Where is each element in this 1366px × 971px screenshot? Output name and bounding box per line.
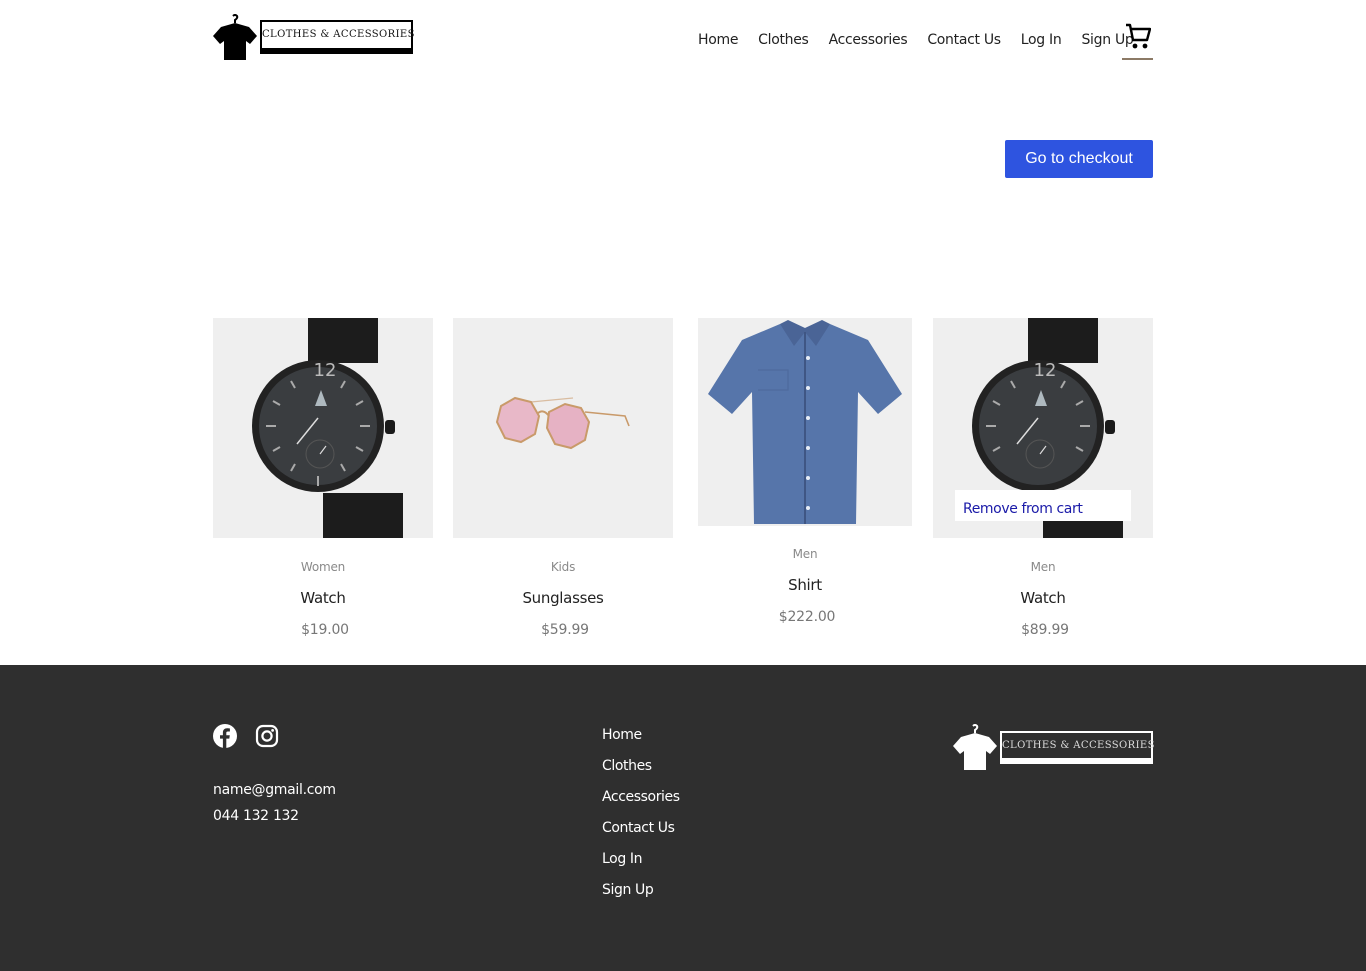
nav-contact-us[interactable]: Contact Us: [927, 29, 1001, 51]
sunglasses-image: [495, 396, 630, 450]
footer-logo[interactable]: CLOTHES & ACCESSORIES: [953, 724, 1154, 772]
nav-clothes[interactable]: Clothes: [758, 29, 809, 51]
product-price: $59.99: [541, 622, 589, 638]
product-name[interactable]: Watch: [213, 589, 433, 607]
product-price: $89.99: [1021, 622, 1069, 638]
main-nav: Home Clothes Accessories Contact Us Log …: [698, 29, 1153, 51]
product-image-sunglasses[interactable]: [453, 318, 673, 538]
social-links: [213, 724, 279, 748]
cart-button[interactable]: [1122, 22, 1153, 60]
nav-accessories[interactable]: Accessories: [829, 29, 908, 51]
product-card[interactable]: Men Shirt $222.00: [698, 318, 912, 625]
shirt-image: [708, 320, 902, 524]
product-category: Men: [1030, 560, 1056, 574]
facebook-icon[interactable]: [213, 724, 237, 748]
footer-link-log-in[interactable]: Log In: [602, 844, 680, 875]
remove-from-cart-button[interactable]: Remove from cart: [955, 490, 1131, 521]
footer-nav: Home Clothes Accessories Contact Us Log …: [602, 720, 680, 906]
product-category: Kids: [550, 560, 576, 574]
product-card[interactable]: 12 Remove from cart Men Watch $89.99: [933, 318, 1153, 638]
footer-link-contact-us[interactable]: Contact Us: [602, 813, 680, 844]
product-image-watch[interactable]: 12: [213, 318, 433, 538]
contact-phone: 044 132 132: [213, 808, 299, 824]
logo-wordmark: CLOTHES & ACCESSORIES: [1000, 731, 1154, 764]
product-card[interactable]: Kids Sunglasses $59.99: [453, 318, 673, 638]
product-name[interactable]: Watch: [933, 589, 1153, 607]
nav-log-in[interactable]: Log In: [1021, 29, 1062, 51]
contact-email[interactable]: name@gmail.com: [213, 777, 336, 803]
go-to-checkout-button[interactable]: Go to checkout: [1005, 140, 1153, 178]
footer-link-home[interactable]: Home: [602, 720, 680, 751]
svg-text:12: 12: [1034, 360, 1057, 381]
footer-link-accessories[interactable]: Accessories: [602, 782, 680, 813]
tshirt-hanger-icon: [213, 14, 257, 60]
cart-icon: [1126, 23, 1151, 49]
product-category: Women: [300, 560, 346, 574]
nav-home[interactable]: Home: [698, 29, 738, 51]
svg-text:12: 12: [314, 360, 337, 381]
contact-info: name@gmail.com 044 132 132: [213, 777, 336, 829]
product-price: $19.00: [301, 622, 349, 638]
site-header: CLOTHES & ACCESSORIES Home Clothes Acces…: [0, 0, 1366, 80]
logo-wordmark: CLOTHES & ACCESSORIES: [260, 20, 414, 54]
tshirt-hanger-icon: [953, 724, 997, 770]
product-image-watch[interactable]: 12 Remove from cart: [933, 318, 1153, 538]
watch-image: 12: [252, 318, 403, 538]
product-price: $222.00: [778, 609, 836, 625]
brand-logo[interactable]: CLOTHES & ACCESSORIES: [213, 14, 414, 62]
instagram-icon[interactable]: [255, 724, 279, 748]
product-image-shirt[interactable]: [698, 318, 912, 526]
site-footer: name@gmail.com 044 132 132 Home Clothes …: [0, 665, 1366, 971]
product-name[interactable]: Sunglasses: [453, 589, 673, 607]
footer-link-sign-up[interactable]: Sign Up: [602, 875, 680, 906]
product-card[interactable]: 12 Women Watch $19.00: [213, 318, 433, 638]
footer-link-clothes[interactable]: Clothes: [602, 751, 680, 782]
product-category: Men: [792, 547, 818, 561]
product-name[interactable]: Shirt: [698, 576, 912, 594]
